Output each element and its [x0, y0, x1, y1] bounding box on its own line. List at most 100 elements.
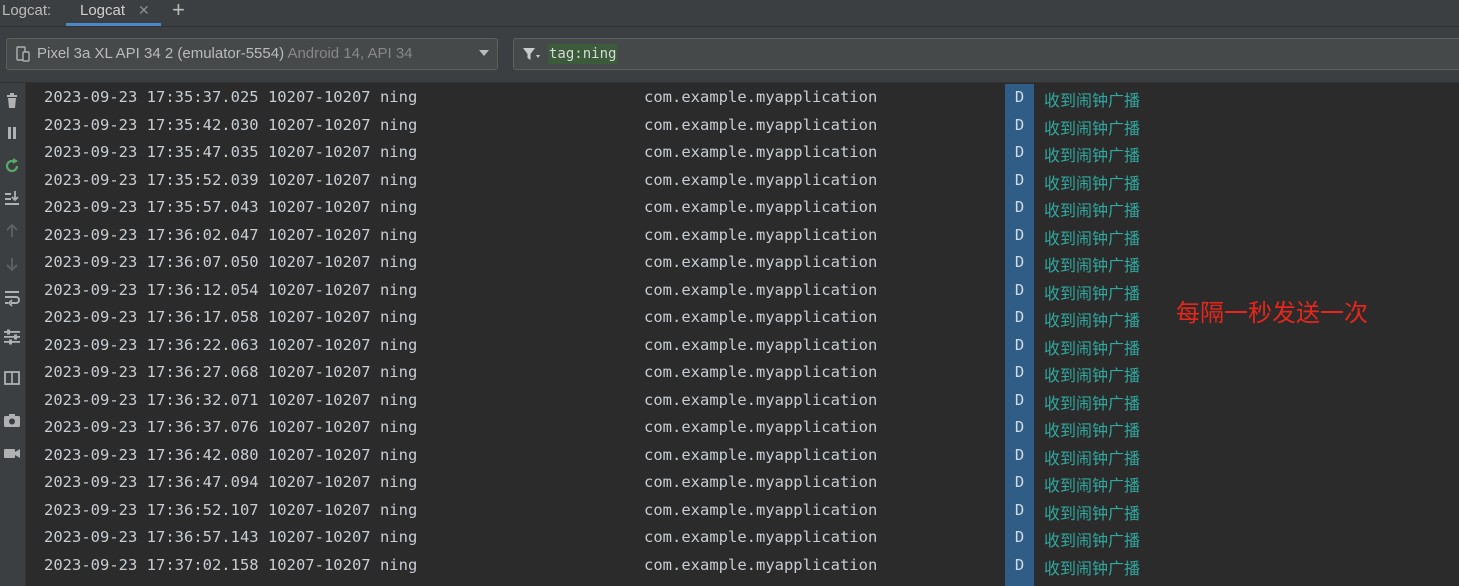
log-timestamp-pid-tag: 2023-09-23 17:36:47.094 10207-10207 ning [44, 473, 418, 491]
log-level-badge: D [1005, 276, 1034, 304]
log-timestamp-pid-tag: 2023-09-23 17:36:52.107 10207-10207 ning [44, 500, 418, 519]
log-row[interactable]: 2023-09-23 17:36:42.080 10207-10207 ning… [30, 441, 1459, 469]
device-os: Android 14, API 34 [287, 45, 413, 62]
log-row[interactable]: 2023-09-23 17:35:47.035 10207-10207 ning… [30, 139, 1459, 166]
log-message: 收到闹钟广播 [1044, 256, 1141, 275]
filter-field[interactable]: tag:ning [513, 38, 1459, 70]
tool-window-title: Logcat: [2, 2, 52, 19]
log-row[interactable]: 2023-09-23 17:36:27.068 10207-10207 ning… [30, 359, 1459, 386]
log-row[interactable]: 2023-09-23 17:36:37.076 10207-10207 ning… [30, 414, 1459, 441]
log-row[interactable]: 2023-09-23 17:35:52.039 10207-10207 ning… [30, 166, 1459, 194]
log-package: com.example.myapplication [644, 280, 878, 299]
log-level-badge: D [1005, 139, 1034, 166]
chevron-down-icon [479, 50, 489, 56]
log-timestamp-pid-tag: 2023-09-23 17:35:42.030 10207-10207 ning [44, 115, 418, 134]
log-level-badge: D [1005, 551, 1034, 579]
log-level-badge: D [1005, 524, 1034, 551]
video-icon[interactable] [2, 443, 22, 463]
log-timestamp-pid-tag: 2023-09-23 17:36:17.058 10207-10207 ning [44, 308, 418, 326]
log-output[interactable]: 2023-09-23 17:35:37.025 10207-10207 ning… [30, 84, 1459, 586]
log-message: 收到闹钟广播 [1044, 421, 1141, 440]
close-icon[interactable]: ✕ [138, 2, 150, 19]
trash-icon[interactable] [2, 91, 22, 111]
scroll-to-end-icon[interactable] [2, 188, 22, 208]
log-row[interactable]: 2023-09-23 17:36:47.094 10207-10207 ning… [30, 469, 1459, 496]
log-message: 收到闹钟广播 [1044, 393, 1141, 413]
log-level-badge: D [1005, 249, 1034, 276]
filter-query[interactable]: tag:ning [548, 44, 618, 64]
tab-logcat[interactable]: Logcat ✕ [66, 0, 161, 26]
restart-icon[interactable] [2, 156, 22, 176]
log-row[interactable]: 2023-09-23 17:35:42.030 10207-10207 ning… [30, 111, 1459, 139]
filter-icon[interactable] [522, 46, 542, 62]
log-package: com.example.myapplication [644, 473, 878, 491]
device-name: Pixel 3a XL API 34 2 (emulator-5554) [37, 45, 285, 62]
log-level-badge: D [1005, 414, 1034, 441]
log-package: com.example.myapplication [644, 335, 878, 354]
log-message: 收到闹钟广播 [1044, 558, 1141, 578]
log-timestamp-pid-tag: 2023-09-23 17:35:52.039 10207-10207 ning [44, 170, 418, 189]
log-timestamp-pid-tag: 2023-09-23 17:36:57.143 10207-10207 ning [44, 528, 418, 546]
log-package: com.example.myapplication [644, 445, 878, 464]
log-row[interactable]: 2023-09-23 17:36:57.143 10207-10207 ning… [30, 524, 1459, 551]
log-level-badge: D [1005, 331, 1034, 359]
log-message: 收到闹钟广播 [1044, 283, 1141, 303]
down-arrow-icon[interactable] [2, 254, 22, 274]
log-package: com.example.myapplication [644, 308, 878, 326]
log-level-badge: D [1005, 84, 1034, 111]
log-timestamp-pid-tag: 2023-09-23 17:35:57.043 10207-10207 ning [44, 198, 418, 216]
log-level-badge: D [1005, 304, 1034, 331]
log-row[interactable]: 2023-09-23 17:37:02.158 10207-10207 ning… [30, 551, 1459, 579]
log-message: 收到闹钟广播 [1044, 228, 1141, 248]
log-row[interactable]: 2023-09-23 17:35:37.025 10207-10207 ning… [30, 84, 1459, 111]
log-package: com.example.myapplication [644, 225, 878, 244]
log-row[interactable]: 2023-09-23 17:36:22.063 10207-10207 ning… [30, 331, 1459, 359]
tab-label: Logcat [80, 2, 126, 19]
log-message: 收到闹钟广播 [1044, 531, 1141, 550]
annotation-text: 每隔一秒发送一次 [1176, 299, 1368, 327]
logcat-side-toolbar [0, 83, 26, 586]
pause-icon[interactable] [2, 123, 22, 143]
log-package: com.example.myapplication [644, 88, 878, 106]
log-level-badge: D [1005, 496, 1034, 524]
log-timestamp-pid-tag: 2023-09-23 17:36:37.076 10207-10207 ning [44, 418, 418, 436]
log-row[interactable]: 2023-09-23 17:36:32.071 10207-10207 ning… [30, 386, 1459, 414]
camera-icon[interactable] [2, 410, 22, 430]
tab-bar: Logcat: Logcat ✕ + [0, 0, 1459, 27]
split-panel-icon[interactable] [2, 368, 22, 388]
log-level-badge: D [1005, 359, 1034, 386]
log-message: 收到闹钟广播 [1044, 476, 1141, 495]
soft-wrap-icon[interactable] [2, 287, 22, 307]
log-package: com.example.myapplication [644, 253, 878, 271]
log-level-badge: D [1005, 194, 1034, 221]
log-message: 收到闹钟广播 [1044, 311, 1141, 330]
log-level-badge: D [1005, 469, 1034, 496]
log-row[interactable]: 2023-09-23 17:36:02.047 10207-10207 ning… [30, 221, 1459, 249]
log-message: 收到闹钟广播 [1044, 91, 1141, 110]
log-row[interactable]: 2023-09-23 17:35:57.043 10207-10207 ning… [30, 194, 1459, 221]
log-message: 收到闹钟广播 [1044, 173, 1141, 193]
up-arrow-icon[interactable] [2, 221, 22, 241]
log-row[interactable]: 2023-09-23 17:36:07.050 10207-10207 ning… [30, 249, 1459, 276]
log-timestamp-pid-tag: 2023-09-23 17:37:02.158 10207-10207 ning [44, 555, 418, 574]
log-message: 收到闹钟广播 [1044, 338, 1141, 358]
device-selector[interactable]: Pixel 3a XL API 34 2 (emulator-5554) And… [6, 38, 498, 70]
log-timestamp-pid-tag: 2023-09-23 17:36:07.050 10207-10207 ning [44, 253, 418, 271]
log-level-badge: D [1005, 111, 1034, 139]
log-message: 收到闹钟广播 [1044, 118, 1141, 138]
log-timestamp-pid-tag: 2023-09-23 17:36:22.063 10207-10207 ning [44, 335, 418, 354]
log-package: com.example.myapplication [644, 170, 878, 189]
log-level-badge: D [1005, 386, 1034, 414]
active-tab-indicator [66, 23, 161, 26]
log-package: com.example.myapplication [644, 143, 878, 161]
device-phone-icon [16, 46, 30, 62]
log-message: 收到闹钟广播 [1044, 146, 1141, 165]
log-package: com.example.myapplication [644, 500, 878, 519]
log-package: com.example.myapplication [644, 390, 878, 409]
log-package: com.example.myapplication [644, 363, 878, 381]
add-tab-button[interactable]: + [172, 0, 185, 23]
log-row[interactable]: 2023-09-23 17:36:52.107 10207-10207 ning… [30, 496, 1459, 524]
log-timestamp-pid-tag: 2023-09-23 17:36:42.080 10207-10207 ning [44, 445, 418, 464]
settings-sliders-icon[interactable] [2, 327, 22, 347]
log-timestamp-pid-tag: 2023-09-23 17:36:02.047 10207-10207 ning [44, 225, 418, 244]
